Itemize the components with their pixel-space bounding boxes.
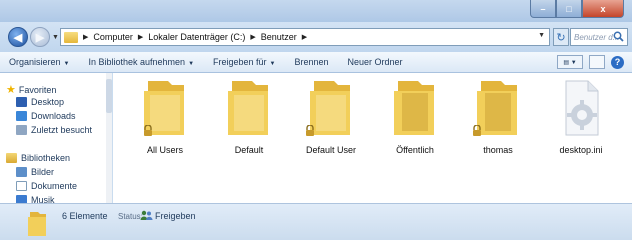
folder-icon (228, 81, 268, 135)
file-list: All Users Default Default User Öffentlic… (113, 73, 632, 203)
folder-label: Öffentlich (396, 145, 434, 155)
include-library-label: In Bibliothek aufnehmen (88, 57, 186, 67)
pictures-icon (16, 167, 27, 177)
folder-item-default-user[interactable]: Default User (291, 77, 371, 155)
folder-label: Default User (305, 145, 357, 155)
folder-icon (394, 81, 434, 135)
nav-item-label: Favoriten (18, 84, 57, 95)
nav-item-label: Musik (31, 195, 55, 203)
include-in-library-menu[interactable]: In Bibliothek aufnehmen ▼ (88, 57, 194, 67)
nav-item-label: Desktop (31, 97, 65, 107)
chevron-down-icon: ▼ (269, 61, 276, 67)
users-share-icon (140, 210, 153, 220)
nav-item-label: Downloads (31, 111, 76, 121)
share-with-menu[interactable]: Freigeben für ▼ (213, 57, 275, 67)
refresh-button[interactable]: ↻ (553, 28, 569, 46)
nav-item-label: Dokumente (31, 181, 78, 191)
details-pane: 6 Elemente Status: Freigeben (0, 203, 632, 240)
chevron-right-icon[interactable]: ▶ (250, 33, 255, 41)
star-icon: ★ (6, 84, 16, 96)
back-button[interactable]: ◀ (8, 27, 28, 47)
title-bar[interactable]: – □ x (0, 0, 632, 22)
new-folder-button[interactable]: Neuer Ordner (348, 57, 403, 67)
nav-item-label: Bilder (31, 167, 55, 177)
chevron-right-icon[interactable]: ▶ (138, 33, 143, 41)
downloads-icon (16, 111, 27, 121)
organize-label: Organisieren (9, 57, 61, 67)
window-controls: – □ x (530, 0, 624, 18)
settings-file-icon (565, 80, 599, 136)
item-count: 6 Elemente (62, 211, 108, 221)
share-status: Freigeben (155, 211, 196, 221)
address-history-dropdown[interactable]: ▼ (538, 32, 545, 39)
nav-item-label: Zuletzt besucht (31, 125, 93, 135)
lock-icon (144, 125, 152, 136)
address-bar[interactable]: ▶ Computer ▶ Lokaler Datenträger (C:) ▶ … (60, 28, 550, 46)
lock-icon (473, 125, 481, 136)
nav-item-desktop[interactable]: Desktop (16, 97, 64, 107)
organize-menu[interactable]: Organisieren ▼ (9, 57, 69, 67)
breadcrumb-local-disk[interactable]: Lokaler Datenträger (C:) (148, 32, 245, 42)
search-input[interactable]: Benutzer d... (570, 28, 628, 46)
close-button[interactable]: x (582, 0, 624, 18)
nav-item-documents[interactable]: Dokumente (16, 181, 77, 191)
command-bar: Organisieren ▼ In Bibliothek aufnehmen ▼ F… (0, 52, 632, 73)
preview-pane-button[interactable] (589, 55, 605, 69)
forward-button[interactable]: ▶ (30, 27, 50, 47)
chevron-right-icon[interactable]: ▶ (83, 33, 88, 41)
search-icon[interactable] (613, 31, 624, 42)
help-icon[interactable]: ? (611, 55, 624, 69)
nav-item-music[interactable]: Musik (16, 195, 55, 203)
nav-item-favorites[interactable]: ★ Favoriten (6, 83, 56, 96)
folder-label: Default (234, 145, 264, 155)
folder-icon (64, 31, 78, 43)
folder-label: thomas (483, 145, 513, 155)
share-with-label: Freigeben für (213, 57, 267, 67)
chevron-down-icon: ▼ (188, 61, 195, 67)
chevron-down-icon: ▼ (63, 61, 70, 67)
breadcrumb-users[interactable]: Benutzer (261, 32, 297, 42)
minimize-button[interactable]: – (530, 0, 556, 18)
folder-item-public[interactable]: Öffentlich (375, 77, 455, 155)
desktop-icon (16, 97, 27, 107)
lock-icon (306, 125, 314, 136)
nav-item-recent[interactable]: Zuletzt besucht (16, 125, 92, 135)
arrow-left-icon: ◀ (13, 31, 23, 44)
address-row: ◀ ▶ ▼ ▶ Computer ▶ Lokaler Datenträger (… (0, 22, 632, 52)
folder-item-all-users[interactable]: All Users (125, 77, 205, 155)
file-item-desktop-ini[interactable]: desktop.ini (541, 77, 621, 155)
libraries-icon (6, 153, 17, 163)
documents-icon (16, 181, 27, 191)
music-icon (16, 195, 27, 203)
scrollbar-thumb[interactable] (106, 79, 112, 113)
recent-pages-dropdown[interactable]: ▼ (52, 34, 59, 41)
folder-item-default[interactable]: Default (209, 77, 289, 155)
maximize-button[interactable]: □ (556, 0, 582, 18)
refresh-icon: ↻ (556, 31, 566, 44)
folder-item-thomas[interactable]: thomas (458, 77, 538, 155)
nav-item-libraries[interactable]: Bibliotheken (6, 153, 70, 163)
view-icon: ▤ ▼ (563, 59, 577, 66)
burn-button[interactable]: Brennen (295, 57, 329, 67)
folder-icon (28, 212, 46, 236)
nav-scrollbar[interactable] (106, 73, 112, 203)
navigation-pane: ★ Favoriten Desktop Downloads Zuletzt be… (0, 73, 112, 203)
chevron-right-icon[interactable]: ▶ (302, 33, 307, 41)
change-view-button[interactable]: ▤ ▼ (557, 55, 583, 69)
breadcrumb-computer[interactable]: Computer (93, 32, 133, 42)
nav-item-label: Bibliotheken (21, 153, 71, 163)
folder-label: All Users (146, 145, 183, 155)
file-label: desktop.ini (559, 145, 603, 155)
recent-places-icon (16, 125, 27, 135)
nav-item-downloads[interactable]: Downloads (16, 111, 76, 121)
arrow-right-icon: ▶ (35, 31, 45, 44)
view-controls: ▤ ▼ ? (557, 55, 624, 69)
nav-item-pictures[interactable]: Bilder (16, 167, 54, 177)
